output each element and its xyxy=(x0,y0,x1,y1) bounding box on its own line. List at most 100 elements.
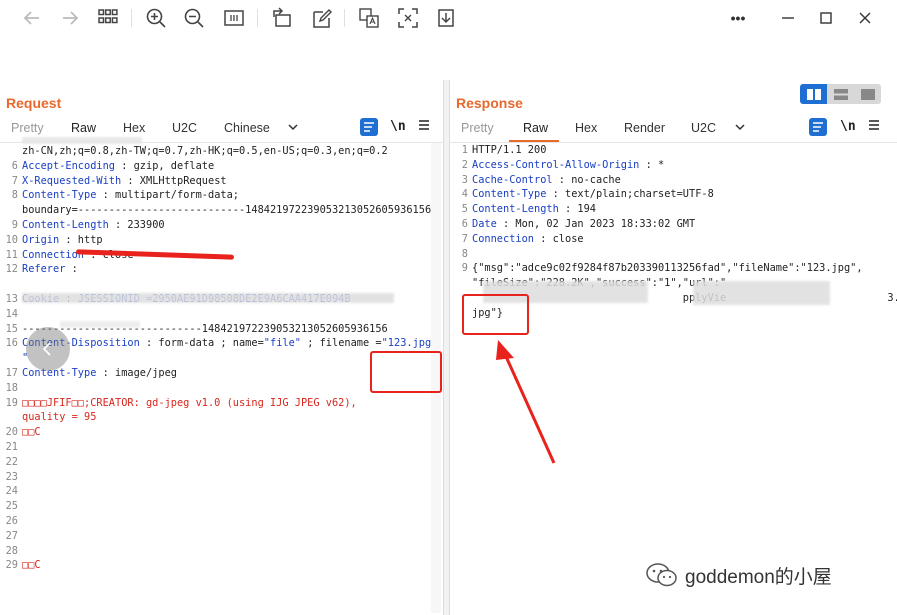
header-key: Content-Length xyxy=(22,219,109,231)
code-text: : Mon, 02 Jan 2023 18:33:02 GMT xyxy=(496,218,696,230)
code-line: X-Requested-With : XMLHttpRequest xyxy=(22,175,227,187)
line-number: 2 xyxy=(461,158,468,171)
close-icon[interactable] xyxy=(853,6,877,30)
line-number: 17 xyxy=(5,367,18,379)
code-text: : * xyxy=(639,158,665,171)
download-icon[interactable] xyxy=(434,6,458,30)
code-text: : form-data ; name= xyxy=(139,337,264,350)
line-number: 16 xyxy=(5,337,18,350)
header-key: Referer xyxy=(22,263,66,276)
rotate-icon[interactable] xyxy=(270,6,294,30)
code-line: Content-Type : multipart/form-data; xyxy=(22,189,239,201)
tab-hex[interactable]: Hex xyxy=(575,117,597,139)
line-number: 6 xyxy=(461,218,468,230)
tab-raw[interactable]: Raw xyxy=(71,117,96,139)
code-line: Content-Type : text/plain;charset=UTF-8 xyxy=(472,188,714,200)
line-number: 8 xyxy=(461,247,468,260)
line-number: 10 xyxy=(5,233,18,246)
header-key: Connection xyxy=(22,248,84,261)
arrow-right-icon[interactable] xyxy=(58,6,82,30)
grid-icon[interactable] xyxy=(96,6,120,30)
line-number: 6 xyxy=(11,159,18,172)
newline-toggle[interactable]: \n xyxy=(390,119,406,134)
line-number: 23 xyxy=(5,470,18,483)
arrow-left-icon[interactable] xyxy=(20,6,44,30)
code-line: Origin : http xyxy=(22,234,103,246)
code-text: : image/jpeg xyxy=(96,367,177,379)
line-number: 27 xyxy=(5,529,18,542)
code-text: boundary=---------------------------1484… xyxy=(22,204,432,217)
minimize-icon[interactable] xyxy=(776,6,800,30)
maximize-icon[interactable] xyxy=(814,6,838,30)
line-number: 14 xyxy=(5,307,18,320)
tab-hex[interactable]: Hex xyxy=(123,117,145,139)
header-key: Accept-Encoding xyxy=(22,159,115,172)
fit-icon[interactable] xyxy=(222,6,246,30)
code-text: "123.jpg xyxy=(381,337,432,350)
header-key: Date xyxy=(472,218,497,230)
tab-chinese[interactable]: Chinese xyxy=(224,117,270,139)
code-line: Date : Mon, 02 Jan 2023 18:33:02 GMT xyxy=(472,218,695,230)
line-number: 8 xyxy=(11,189,18,202)
line-number: 19 xyxy=(5,396,18,409)
header-key: X-Requested-With xyxy=(22,174,122,187)
header-key: Access-Control-Allow-Origin xyxy=(472,158,640,171)
line-number: 24 xyxy=(5,485,18,498)
line-number: 26 xyxy=(5,515,18,527)
header-key: Content-Type xyxy=(22,189,97,202)
chevron-down-icon[interactable] xyxy=(734,118,746,140)
line-number: 9 xyxy=(11,219,18,231)
response-tabs: Pretty Raw Hex Render U2C xyxy=(450,117,897,142)
header-key: Content-Length xyxy=(472,203,559,216)
zoom-in-icon[interactable] xyxy=(144,6,168,30)
code-text: : XMLHttpRequest xyxy=(121,174,227,187)
tab-pretty[interactable]: Pretty xyxy=(11,117,44,139)
translate-icon[interactable] xyxy=(357,6,381,30)
code-text: : 233900 xyxy=(108,219,165,231)
pretty-print-button[interactable] xyxy=(809,118,827,136)
line-number: 20 xyxy=(5,426,18,439)
code-line: Content-Length : 194 xyxy=(472,203,596,215)
line-number: 9 xyxy=(461,262,468,275)
code-line: □□C xyxy=(22,559,41,571)
code-text: : multipart/form-data; xyxy=(96,189,239,202)
wechat-icon xyxy=(646,563,677,587)
tab-u2c[interactable]: U2C xyxy=(172,117,197,139)
code-text: : no-cache xyxy=(552,173,621,186)
edit-icon[interactable] xyxy=(310,6,334,30)
binary-text: □□□□JFIF□□;CREATOR: gd-jpeg v1.0 (using … xyxy=(22,396,357,409)
tab-render[interactable]: Render xyxy=(624,117,665,139)
redacted-referer xyxy=(22,293,394,303)
line-number: 29 xyxy=(5,559,18,572)
tab-pretty[interactable]: Pretty xyxy=(461,117,494,139)
header-key: Content-Type xyxy=(22,367,97,379)
tab-u2c[interactable]: U2C xyxy=(691,117,716,139)
more-icon[interactable]: ••• xyxy=(726,6,750,30)
code-text: zh-CN,zh;q=0.8,zh-TW;q=0.7,zh-HK;q=0.5,e… xyxy=(22,145,388,157)
viewer-toolbar: ••• xyxy=(0,0,897,36)
pretty-print-button[interactable] xyxy=(360,118,378,136)
annotation-arrow xyxy=(496,340,556,464)
code-line: Content-Disposition : form-data ; name="… xyxy=(22,337,431,349)
watermark-text: goddemon的小屋 xyxy=(685,566,832,588)
binary-text: □□C xyxy=(22,559,41,572)
binary-text: quality = 95 xyxy=(22,411,97,424)
zoom-out-icon[interactable] xyxy=(182,6,206,30)
code-text: {"msg":"adce9c02f9284f87b203390113256fad… xyxy=(472,262,863,275)
redacted-cookie xyxy=(60,321,140,328)
code-line: Cache-Control : no-cache xyxy=(472,174,621,186)
tab-raw[interactable]: Raw xyxy=(523,117,548,139)
newline-toggle[interactable]: \n xyxy=(840,119,856,134)
code-line: Access-Control-Allow-Origin : * xyxy=(472,159,664,171)
back-button[interactable] xyxy=(26,327,70,371)
line-number: 18 xyxy=(5,381,18,394)
code-text: : 194 xyxy=(558,203,596,216)
menu-icon[interactable] xyxy=(418,119,430,135)
code-text: "file" xyxy=(263,337,301,350)
scan-icon[interactable] xyxy=(396,6,420,30)
menu-icon[interactable] xyxy=(868,119,880,135)
code-line: Accept-Encoding : gzip, deflate xyxy=(22,160,214,172)
chevron-down-icon[interactable] xyxy=(287,118,299,140)
pane-divider[interactable] xyxy=(443,80,450,615)
code-text: HTTP/1.1 200 xyxy=(472,144,547,156)
